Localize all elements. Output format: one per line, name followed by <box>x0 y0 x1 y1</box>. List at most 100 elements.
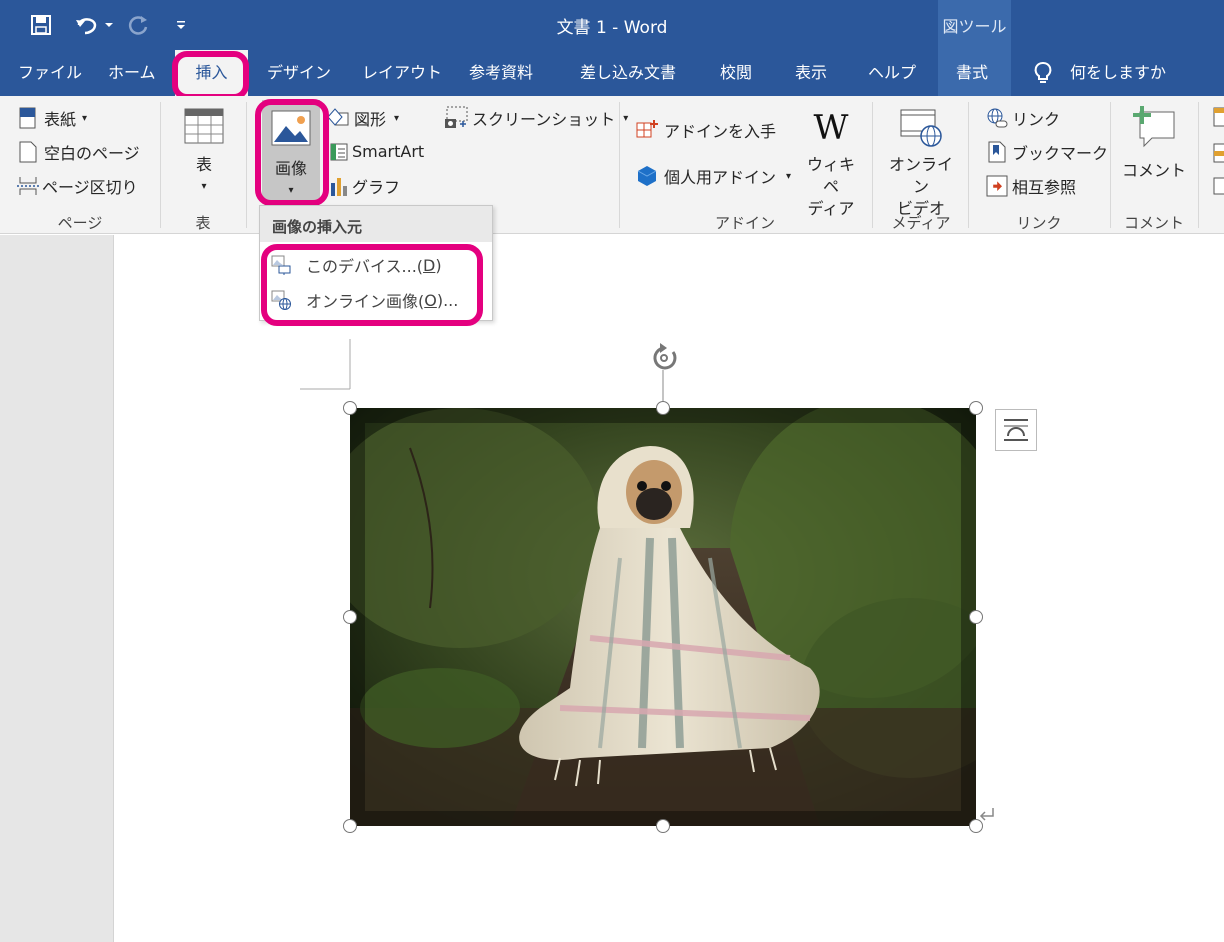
chevron-down-icon: ▾ <box>201 181 207 192</box>
my-addins-icon <box>636 165 658 187</box>
screenshot-label: スクリーンショット <box>472 110 616 129</box>
group-label-comments: コメント <box>1123 214 1184 232</box>
save-icon[interactable] <box>28 12 54 38</box>
inserted-photo[interactable] <box>350 408 976 826</box>
header-footer-icons[interactable] <box>1212 106 1224 196</box>
online-video-label-1: オンライン <box>888 155 953 196</box>
rotate-handle-icon[interactable] <box>646 340 682 410</box>
chart-label: グラフ <box>352 178 401 197</box>
group-separator <box>872 102 873 228</box>
chart-icon <box>330 175 348 197</box>
title-bar: 文書 1 - Word 図ツール <box>0 0 1224 50</box>
group-label-links: リンク <box>1016 214 1062 232</box>
bookmark-label: ブックマーク <box>1012 144 1109 163</box>
cover-page-icon <box>18 107 38 129</box>
wikipedia-button[interactable]: W ウィキペ ディア <box>800 110 862 220</box>
tab-review[interactable]: 校閲 <box>720 50 752 96</box>
tell-me-label: 何をしますか <box>1070 63 1167 82</box>
resize-handle-top[interactable] <box>656 401 670 415</box>
shapes-label: 図形 <box>354 110 387 129</box>
get-addins-button[interactable]: アドインを入手 <box>636 118 776 142</box>
redo-icon[interactable] <box>126 12 150 38</box>
bookmark-icon <box>986 141 1008 163</box>
wikipedia-label-2: ディア <box>807 199 855 218</box>
cover-page-label: 表紙 <box>44 110 77 129</box>
store-icon <box>636 119 658 141</box>
chart-button[interactable]: グラフ <box>330 174 400 198</box>
tab-file[interactable]: ファイル <box>18 50 82 96</box>
group-label-media: メディア <box>891 214 951 232</box>
my-addins-button[interactable]: 個人用アドイン ▾ <box>636 164 791 188</box>
chevron-down-icon: ▾ <box>623 112 629 124</box>
online-video-button[interactable]: オンライン ビデオ <box>884 108 958 220</box>
bookmark-button[interactable]: ブックマーク <box>986 140 1108 164</box>
page-break-button[interactable]: ページ区切り <box>16 174 138 198</box>
chevron-down-icon: ▾ <box>394 112 400 124</box>
tab-mailings[interactable]: 差し込み文書 <box>580 50 676 96</box>
picture-button-highlight <box>255 99 329 206</box>
resize-handle-right[interactable] <box>969 610 983 624</box>
tab-view[interactable]: 表示 <box>795 50 827 96</box>
cross-reference-icon <box>986 175 1008 197</box>
undo-icon[interactable] <box>72 12 116 38</box>
resize-handle-left[interactable] <box>343 610 357 624</box>
resize-handle-bottom-left[interactable] <box>343 819 357 833</box>
insert-tab-highlight <box>172 51 249 100</box>
tab-format[interactable]: 書式 <box>956 50 988 96</box>
blank-page-icon <box>18 141 38 163</box>
blank-page-button[interactable]: 空白のページ <box>18 140 140 164</box>
tab-help[interactable]: ヘルプ <box>868 50 916 96</box>
group-separator <box>968 102 969 228</box>
layout-options-icon <box>1004 419 1028 441</box>
tab-layout[interactable]: レイアウト <box>362 50 442 96</box>
customize-qat-icon[interactable] <box>172 12 190 38</box>
group-separator <box>1198 102 1199 228</box>
paragraph-return-icon <box>979 808 994 821</box>
ribbon-panel: 表紙 ▾ 空白のページ ページ区切り ページ 表 ▾ 表 画像 ▾ 図形 ▾ S… <box>0 96 1224 234</box>
group-separator <box>1110 102 1111 228</box>
link-button[interactable]: リンク <box>986 106 1060 130</box>
cross-reference-label: 相互参照 <box>1012 178 1077 197</box>
smartart-icon <box>330 140 348 162</box>
menu-items-highlight <box>261 244 483 326</box>
wikipedia-label-1: ウィキペ <box>806 155 855 196</box>
group-label-pages: ページ <box>57 214 103 232</box>
cross-reference-button[interactable]: 相互参照 <box>986 174 1076 198</box>
get-addins-label: アドインを入手 <box>664 122 777 141</box>
table-icon <box>184 108 224 150</box>
margin-corner-mark <box>300 339 351 390</box>
smartart-label: SmartArt <box>352 141 425 161</box>
cover-page-button[interactable]: 表紙 ▾ <box>18 106 87 130</box>
pug-in-blanket-image <box>350 408 976 826</box>
screenshot-button[interactable]: スクリーンショット ▾ <box>444 106 628 130</box>
tab-home[interactable]: ホーム <box>108 50 156 96</box>
smartart-button[interactable]: SmartArt <box>330 140 424 162</box>
group-label-addins: アドイン <box>714 214 775 232</box>
group-separator <box>246 102 247 228</box>
picture-tools-label: 図ツール <box>938 0 1011 50</box>
group-separator <box>160 102 161 228</box>
tab-references[interactable]: 参考資料 <box>469 50 533 96</box>
screenshot-icon <box>444 106 470 130</box>
layout-options-button[interactable] <box>995 409 1037 451</box>
group-separator <box>619 102 620 228</box>
resize-handle-top-right[interactable] <box>969 401 983 415</box>
link-label: リンク <box>1012 110 1061 129</box>
chevron-down-icon: ▾ <box>786 170 792 182</box>
chevron-down-icon: ▾ <box>82 112 88 124</box>
tab-design[interactable]: デザイン <box>267 50 331 96</box>
table-label: 表 <box>195 155 212 174</box>
my-addins-label: 個人用アドイン <box>664 168 777 187</box>
comment-label: コメント <box>1122 161 1187 180</box>
resize-handle-bottom[interactable] <box>656 819 670 833</box>
group-label-table: 表 <box>195 214 211 232</box>
shapes-icon <box>326 107 350 129</box>
shapes-button[interactable]: 図形 ▾ <box>326 106 399 130</box>
resize-handle-top-left[interactable] <box>343 401 357 415</box>
blank-page-label: 空白のページ <box>44 144 140 163</box>
page-break-icon <box>16 175 40 197</box>
tell-me-box[interactable]: 何をしますか <box>1034 50 1166 96</box>
menu-header: 画像の挿入元 <box>260 206 492 242</box>
table-button[interactable]: 表 ▾ <box>180 108 228 198</box>
comment-button[interactable]: コメント <box>1122 104 1186 182</box>
